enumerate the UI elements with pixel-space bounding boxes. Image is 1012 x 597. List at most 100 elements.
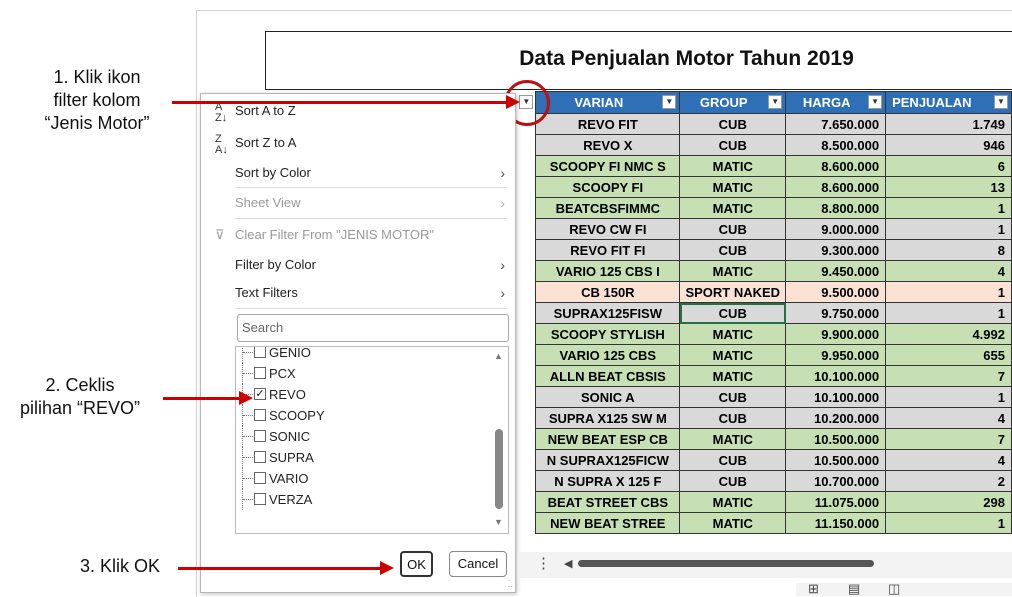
cell-group[interactable]: MATIC	[679, 197, 787, 219]
cell-group[interactable]: MATIC	[679, 260, 787, 282]
cell-varian[interactable]: NEW BEAT ESP CB	[535, 428, 681, 450]
cell-group[interactable]: CUB	[679, 386, 787, 408]
normal-view-icon[interactable]: ⊞	[808, 581, 819, 597]
cell-harga[interactable]: 10.100.000	[785, 386, 887, 408]
cell-penjualan[interactable]: 1	[885, 281, 1012, 303]
cell-harga[interactable]: 8.600.000	[785, 176, 887, 198]
cell-group[interactable]: CUB	[679, 407, 787, 429]
ok-button[interactable]: OK	[400, 551, 433, 577]
cell-penjualan[interactable]: 4	[885, 449, 1012, 471]
checkbox[interactable]: ✓	[254, 388, 266, 400]
cell-jenis-motor[interactable]	[516, 344, 536, 366]
cell-harga[interactable]: 10.700.000	[785, 470, 887, 492]
cell-penjualan[interactable]: 4.992	[885, 323, 1012, 345]
cell-harga[interactable]: 9.500.000	[785, 281, 887, 303]
cell-harga[interactable]: 11.075.000	[785, 491, 887, 513]
cell-jenis-motor[interactable]	[516, 197, 536, 219]
filter-dropdown-icon[interactable]: ▼	[768, 95, 783, 109]
cell-jenis-motor[interactable]	[516, 428, 536, 450]
checkbox[interactable]	[254, 451, 266, 463]
cell-harga[interactable]: 7.650.000	[785, 113, 887, 135]
sort-z-to-a[interactable]: Z A↓ Sort Z to A	[201, 130, 515, 156]
cell-penjualan[interactable]: 4	[885, 407, 1012, 429]
cell-group[interactable]: MATIC	[679, 428, 787, 450]
cell-jenis-motor[interactable]	[516, 218, 536, 240]
sort-by-color[interactable]: Sort by Color ›	[201, 160, 515, 186]
cell-penjualan[interactable]: 1	[885, 302, 1012, 324]
cell-group[interactable]: CUB	[679, 449, 787, 471]
checkbox[interactable]	[254, 430, 266, 442]
cell-penjualan[interactable]: 1	[885, 386, 1012, 408]
cell-varian[interactable]: N SUPRA X 125 F	[535, 470, 681, 492]
cell-harga[interactable]: 10.500.000	[785, 428, 887, 450]
cell-group[interactable]: SPORT NAKED	[679, 281, 787, 303]
cell-group[interactable]: MATIC	[679, 365, 787, 387]
checkbox[interactable]	[254, 493, 266, 505]
cell-varian[interactable]: CB 150R	[535, 281, 681, 303]
cell-varian[interactable]: BEAT STREET CBS	[535, 491, 681, 513]
cell-jenis-motor[interactable]	[516, 260, 536, 282]
cell-varian[interactable]: REVO CW FI	[535, 218, 681, 240]
cell-jenis-motor[interactable]	[516, 155, 536, 177]
cell-jenis-motor[interactable]	[516, 302, 536, 324]
checkbox[interactable]	[254, 367, 266, 379]
cell-varian[interactable]: REVO X	[535, 134, 681, 156]
column-header-penjualan[interactable]: PENJUALAN ▼	[885, 91, 1012, 114]
cell-group[interactable]: CUB	[679, 134, 787, 156]
scroll-up-icon[interactable]: ▲	[494, 351, 503, 361]
cell-group[interactable]: CUB	[679, 302, 787, 324]
cell-penjualan[interactable]: 13	[885, 176, 1012, 198]
cell-group[interactable]: MATIC	[679, 323, 787, 345]
cell-varian[interactable]: REVO FIT	[535, 113, 681, 135]
cell-group[interactable]: CUB	[679, 239, 787, 261]
cell-varian[interactable]: SCOOPY FI	[535, 176, 681, 198]
cell-group[interactable]: MATIC	[679, 176, 787, 198]
cell-group[interactable]: MATIC	[679, 512, 787, 534]
cell-group[interactable]: CUB	[679, 470, 787, 492]
cell-harga[interactable]: 9.900.000	[785, 323, 887, 345]
cell-harga[interactable]: 9.000.000	[785, 218, 887, 240]
cell-penjualan[interactable]: 7	[885, 428, 1012, 450]
cell-varian[interactable]: N SUPRAX125FICW	[535, 449, 681, 471]
cell-group[interactable]: CUB	[679, 218, 787, 240]
cell-jenis-motor[interactable]	[516, 323, 536, 345]
text-filters[interactable]: Text Filters ›	[201, 280, 515, 306]
cell-harga[interactable]: 8.600.000	[785, 155, 887, 177]
cancel-button[interactable]: Cancel	[449, 551, 507, 577]
cell-penjualan[interactable]: 4	[885, 260, 1012, 282]
horizontal-scroll-thumb[interactable]	[578, 560, 874, 567]
cell-penjualan[interactable]: 1.749	[885, 113, 1012, 135]
cell-varian[interactable]: VARIO 125 CBS I	[535, 260, 681, 282]
page-layout-icon[interactable]: ▤	[848, 581, 860, 597]
cell-jenis-motor[interactable]	[516, 491, 536, 513]
cell-varian[interactable]: SCOOPY FI NMC S	[535, 155, 681, 177]
cell-harga[interactable]: 9.950.000	[785, 344, 887, 366]
column-header-varian[interactable]: VARIAN ▼	[535, 91, 681, 114]
checkbox[interactable]	[254, 347, 266, 358]
cell-penjualan[interactable]: 946	[885, 134, 1012, 156]
cell-group[interactable]: CUB	[679, 113, 787, 135]
filter-dropdown-icon[interactable]: ▼	[662, 95, 677, 109]
column-header-harga[interactable]: HARGA ▼	[785, 91, 887, 114]
list-scrollbar[interactable]: ▲ ▼	[491, 347, 507, 533]
cell-jenis-motor[interactable]	[516, 407, 536, 429]
cell-penjualan[interactable]: 1	[885, 218, 1012, 240]
scroll-left-icon[interactable]: ◀	[564, 557, 572, 570]
cell-harga[interactable]: 11.150.000	[785, 512, 887, 534]
cell-group[interactable]: MATIC	[679, 344, 787, 366]
cell-group[interactable]: MATIC	[679, 155, 787, 177]
page-break-icon[interactable]: ◫	[888, 581, 900, 597]
cell-harga[interactable]: 10.500.000	[785, 449, 887, 471]
cell-varian[interactable]: SONIC A	[535, 386, 681, 408]
cell-harga[interactable]: 9.750.000	[785, 302, 887, 324]
cell-jenis-motor[interactable]	[516, 512, 536, 534]
cell-harga[interactable]: 8.500.000	[785, 134, 887, 156]
cell-penjualan[interactable]: 655	[885, 344, 1012, 366]
scroll-thumb[interactable]	[495, 429, 503, 509]
cell-varian[interactable]: NEW BEAT STREE	[535, 512, 681, 534]
cell-penjualan[interactable]: 7	[885, 365, 1012, 387]
cell-jenis-motor[interactable]	[516, 386, 536, 408]
filter-dropdown-icon[interactable]: ▼	[994, 95, 1008, 109]
cell-varian[interactable]: VARIO 125 CBS	[535, 344, 681, 366]
checkbox[interactable]	[254, 472, 266, 484]
